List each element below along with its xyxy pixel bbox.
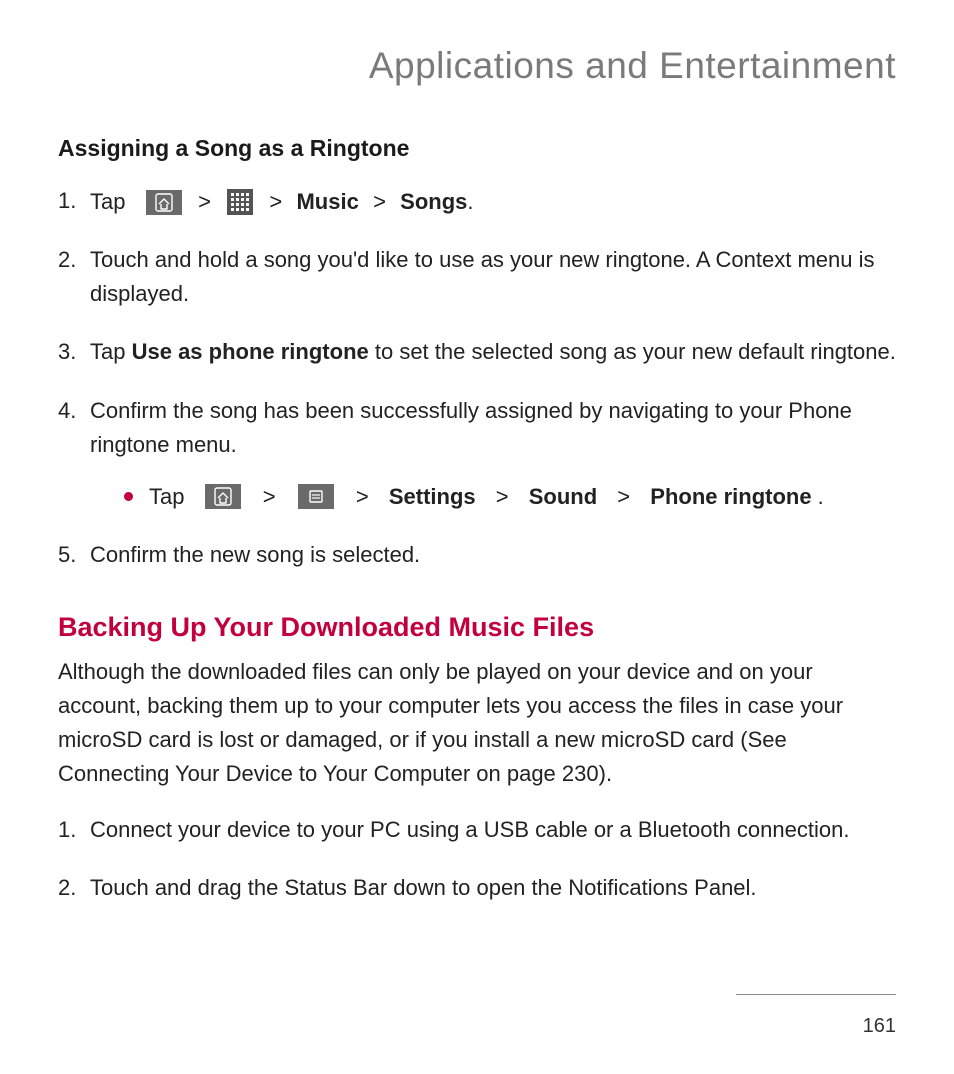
- bullet-icon: [124, 492, 133, 501]
- step-4: Confirm the song has been successfully a…: [58, 394, 896, 514]
- step-3: Tap Use as phone ringtone to set the sel…: [58, 335, 896, 369]
- step-1: Tap >: [58, 184, 896, 219]
- home-key-icon: [205, 484, 241, 509]
- footer-rule: [736, 994, 896, 995]
- step4-bullet-tap: Tap: [149, 480, 184, 514]
- page-footer: 161: [736, 994, 896, 1038]
- step3-bold: Use as phone ringtone: [132, 339, 369, 364]
- apps-grid-icon: [227, 189, 253, 215]
- backup-step-2: Touch and drag the Status Bar down to op…: [58, 871, 896, 905]
- step4-bullet: Tap >: [90, 480, 896, 514]
- steps-list-a: Tap >: [58, 184, 896, 572]
- step4-sound-label: Sound: [529, 480, 597, 514]
- steps-list-b: Connect your device to your PC using a U…: [58, 813, 896, 905]
- chevron-icon: >: [494, 480, 511, 514]
- backup-intro-paragraph: Although the downloaded files can only b…: [58, 655, 896, 791]
- chevron-icon: >: [371, 189, 388, 214]
- step-2: Touch and hold a song you'd like to use …: [58, 243, 896, 311]
- step1-tap-text: Tap: [90, 189, 125, 214]
- step1-songs-label: Songs: [400, 189, 467, 214]
- step1-music-label: Music: [296, 189, 358, 214]
- section-heading-backup: Backing Up Your Downloaded Music Files: [58, 612, 896, 643]
- subheading-assign-ringtone: Assigning a Song as a Ringtone: [58, 135, 896, 162]
- chapter-title: Applications and Entertainment: [58, 45, 896, 87]
- period: .: [818, 480, 824, 514]
- step3-post: to set the selected song as your new def…: [369, 339, 896, 364]
- step4-settings-label: Settings: [389, 480, 476, 514]
- chevron-icon: >: [261, 480, 278, 514]
- period: .: [467, 189, 473, 214]
- step3-pre: Tap: [90, 339, 132, 364]
- page-number: 161: [736, 1015, 896, 1038]
- chevron-icon: >: [267, 189, 284, 214]
- step4-text: Confirm the song has been successfully a…: [90, 398, 852, 457]
- step4-phone-ringtone-label: Phone ringtone: [650, 480, 811, 514]
- backup-step-1: Connect your device to your PC using a U…: [58, 813, 896, 847]
- step-5: Confirm the new song is selected.: [58, 538, 896, 572]
- manual-page: Applications and Entertainment Assigning…: [0, 0, 954, 905]
- chevron-icon: >: [196, 189, 213, 214]
- menu-key-icon: [298, 484, 334, 509]
- chevron-icon: >: [354, 480, 371, 514]
- chevron-icon: >: [615, 480, 632, 514]
- home-key-icon: [146, 190, 182, 215]
